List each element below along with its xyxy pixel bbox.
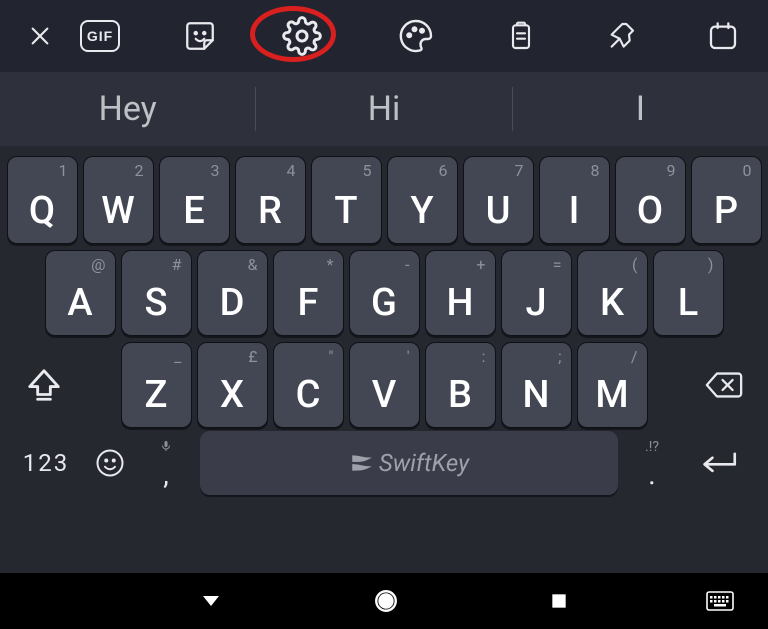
key-p[interactable]: 0P <box>691 156 762 244</box>
nav-back-button[interactable] <box>199 589 223 613</box>
sticker-button[interactable] <box>180 16 220 56</box>
enter-key[interactable] <box>682 433 756 493</box>
key-y[interactable]: 6Y <box>387 156 458 244</box>
calendar-icon <box>707 20 739 52</box>
key-w[interactable]: 2W <box>83 156 154 244</box>
key-d[interactable]: &D <box>197 250 268 336</box>
keyboard-row-4: 123 , SwiftKey .!? . <box>4 428 764 498</box>
key-v[interactable]: 'V <box>349 342 420 428</box>
shift-icon <box>25 366 63 404</box>
key-a[interactable]: @A <box>45 250 116 336</box>
key-r[interactable]: 4R <box>235 156 306 244</box>
key-q[interactable]: 1Q <box>7 156 78 244</box>
keyboard-toolbar: GIF <box>0 0 768 72</box>
key-g[interactable]: -G <box>349 250 420 336</box>
shift-key[interactable] <box>8 366 80 404</box>
key-h[interactable]: +H <box>425 250 496 336</box>
backspace-key[interactable] <box>688 369 760 401</box>
key-f[interactable]: *F <box>273 250 344 336</box>
key-j[interactable]: =J <box>501 250 572 336</box>
android-nav-bar <box>0 573 768 629</box>
calendar-button[interactable] <box>703 16 743 56</box>
symbols-key[interactable]: 123 <box>14 433 78 493</box>
clipboard-icon <box>505 19 537 53</box>
nav-keyboard-switch-button[interactable] <box>706 591 734 611</box>
backspace-icon <box>704 369 744 401</box>
key-b[interactable]: :B <box>425 342 496 428</box>
nav-home-button[interactable] <box>373 588 399 614</box>
key-u[interactable]: 7U <box>463 156 534 244</box>
voice-icon <box>160 439 172 453</box>
suggestion-1[interactable]: Hey <box>0 72 255 146</box>
keyboard-row-3: _Z £X "C 'V :B ;N /M <box>4 342 764 428</box>
close-toolbar-button[interactable] <box>20 16 60 56</box>
emoji-icon <box>95 448 125 478</box>
palette-icon <box>398 18 434 54</box>
spacebar[interactable]: SwiftKey <box>200 431 618 495</box>
circle-icon <box>373 588 399 614</box>
keyboard-row-1: 1Q 2W 3E 4R 5T 6Y 7U 8I 9O 0P <box>4 156 764 244</box>
gif-icon: GIF <box>80 20 120 52</box>
clipboard-button[interactable] <box>501 16 541 56</box>
key-e[interactable]: 3E <box>159 156 230 244</box>
gear-icon <box>282 16 322 56</box>
key-k[interactable]: (K <box>577 250 648 336</box>
gif-button[interactable]: GIF <box>80 16 120 56</box>
sticker-icon <box>183 19 217 53</box>
keyboard: 1Q 2W 3E 4R 5T 6Y 7U 8I 9O 0P @A #S &D *… <box>0 146 768 573</box>
space-label: SwiftKey <box>379 449 469 477</box>
keyboard-row-2: @A #S &D *F -G +H =J (K )L <box>4 250 764 336</box>
suggestion-3[interactable]: I <box>513 72 768 146</box>
triangle-down-icon <box>199 589 223 613</box>
key-x[interactable]: £X <box>197 342 268 428</box>
keyboard-icon <box>706 591 734 611</box>
pin-icon <box>605 20 637 52</box>
key-n[interactable]: ;N <box>501 342 572 428</box>
key-z[interactable]: _Z <box>121 342 192 428</box>
key-o[interactable]: 9O <box>615 156 686 244</box>
key-l[interactable]: )L <box>653 250 724 336</box>
key-m[interactable]: /M <box>577 342 648 428</box>
key-i[interactable]: 8I <box>539 156 610 244</box>
comma-key[interactable]: , <box>142 433 190 493</box>
settings-button[interactable] <box>282 16 322 56</box>
nav-recents-button[interactable] <box>549 591 569 611</box>
key-s[interactable]: #S <box>121 250 192 336</box>
suggestion-2[interactable]: Hi <box>256 72 511 146</box>
period-key[interactable]: .!? . <box>628 433 676 493</box>
suggestion-bar: Hey Hi I <box>0 72 768 146</box>
themes-button[interactable] <box>396 16 436 56</box>
key-t[interactable]: 5T <box>311 156 382 244</box>
emoji-key[interactable] <box>84 433 136 493</box>
pin-button[interactable] <box>601 16 641 56</box>
swiftkey-logo-icon <box>349 450 375 476</box>
close-icon <box>29 25 51 47</box>
key-c[interactable]: "C <box>273 342 344 428</box>
enter-icon <box>698 448 740 478</box>
square-icon <box>549 591 569 611</box>
